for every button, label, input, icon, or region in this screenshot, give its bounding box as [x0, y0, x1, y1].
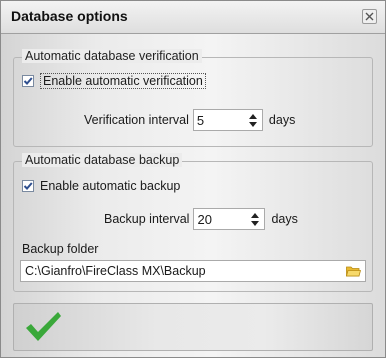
button-bar: [13, 303, 373, 351]
database-options-dialog: Database options Automatic database veri…: [0, 0, 386, 358]
backup-folder-label: Backup folder: [22, 242, 99, 256]
enable-verification-checkbox[interactable]: [22, 75, 34, 87]
verification-interval-unit: days: [268, 113, 296, 127]
backup-group: Automatic database backup Enable automat…: [13, 153, 373, 292]
verification-group-legend: Automatic database verification: [22, 49, 202, 63]
checkmark-icon: [26, 312, 61, 341]
enable-verification-label: Enable automatic verification: [40, 73, 206, 89]
checkmark-icon: [23, 182, 33, 190]
enable-backup-label: Enable automatic backup: [40, 179, 181, 193]
dialog-title: Database options: [11, 8, 128, 24]
backup-folder-field[interactable]: C:\Gianfro\FireClass MX\Backup: [20, 260, 366, 282]
backup-interval-spinner[interactable]: 20: [193, 208, 266, 230]
backup-group-legend: Automatic database backup: [22, 153, 183, 167]
checkmark-icon: [23, 77, 33, 85]
verification-interval-value[interactable]: 5: [194, 113, 204, 128]
enable-backup-checkbox[interactable]: [22, 180, 34, 192]
close-icon: [365, 12, 374, 21]
folder-icon[interactable]: [346, 265, 361, 277]
verification-interval-row: Verification interval 5 days: [84, 109, 295, 131]
title-bar: Database options: [1, 1, 385, 34]
backup-interval-value[interactable]: 20: [194, 212, 211, 227]
enable-verification-row[interactable]: Enable automatic verification: [22, 73, 206, 89]
enable-backup-row[interactable]: Enable automatic backup: [22, 179, 180, 193]
backup-folder-path[interactable]: C:\Gianfro\FireClass MX\Backup: [25, 264, 206, 278]
verification-interval-label: Verification interval: [84, 113, 189, 127]
close-button[interactable]: [362, 9, 377, 24]
ok-button[interactable]: [22, 308, 64, 346]
backup-interval-row: Backup interval 20 days: [104, 208, 298, 230]
spin-arrows-icon[interactable]: [250, 212, 260, 227]
verification-interval-spinner[interactable]: 5: [192, 109, 263, 131]
backup-interval-unit: days: [271, 212, 298, 226]
verification-group: Automatic database verification Enable a…: [13, 49, 373, 147]
spin-arrows-icon[interactable]: [248, 113, 258, 128]
backup-interval-label: Backup interval: [104, 212, 190, 226]
